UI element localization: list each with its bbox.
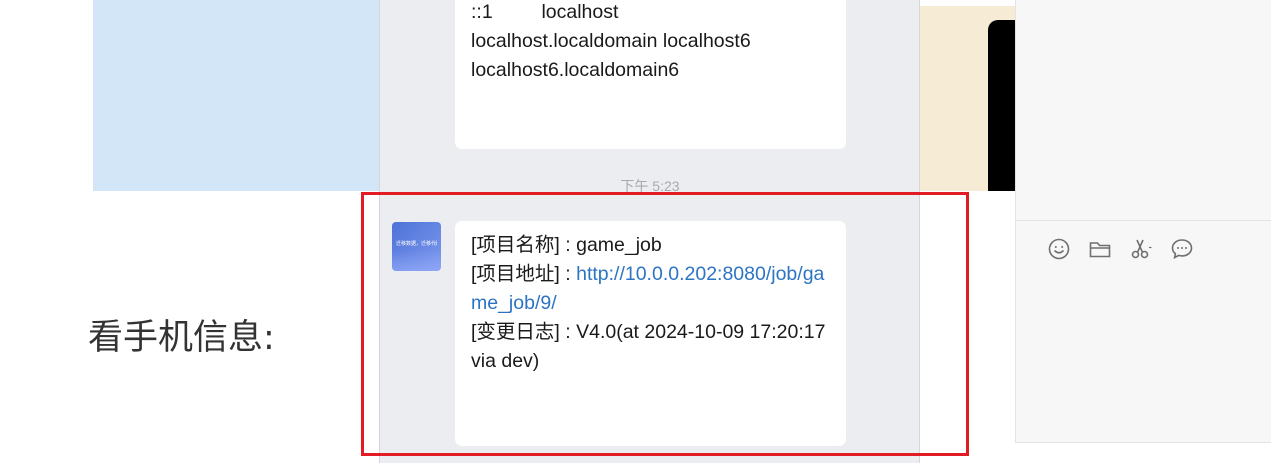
input-divider xyxy=(1016,220,1271,221)
left-background-panel xyxy=(93,0,383,191)
message-line: ::1 localhost xyxy=(471,1,619,23)
folder-icon[interactable] xyxy=(1088,237,1112,261)
highlight-frame xyxy=(361,192,969,456)
chat-bubble-icon[interactable] xyxy=(1170,237,1194,261)
message-input-panel[interactable] xyxy=(1015,0,1271,443)
side-strip-topline xyxy=(920,0,1015,6)
scissors-icon[interactable] xyxy=(1129,237,1153,261)
dark-media-preview xyxy=(988,20,1015,191)
page-heading: 看手机信息: xyxy=(88,318,275,358)
message-line: localhost.localdomain localhost6 xyxy=(471,30,751,52)
emoji-icon[interactable] xyxy=(1047,237,1071,261)
message-bubble-hosts[interactable]: ::1 localhost localhost.localdomain loca… xyxy=(455,0,846,149)
message-line: localhost6.localdomain6 xyxy=(471,59,680,81)
